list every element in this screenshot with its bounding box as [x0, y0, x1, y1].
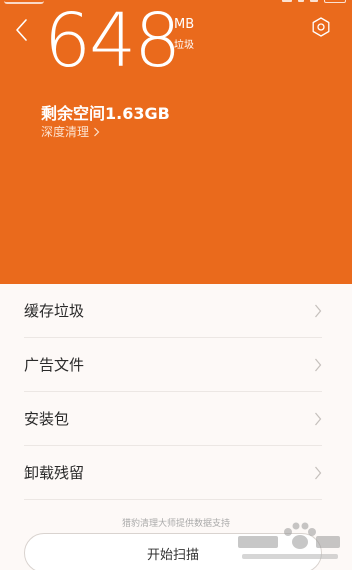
chevron-right-icon — [315, 304, 322, 318]
storage-header: 648 MB 垃圾 剩余空间1.63GB 深度清理 — [0, 0, 352, 284]
signal-icon — [282, 0, 292, 2]
network-icon — [310, 0, 318, 2]
category-row-residual[interactable]: 卸载残留 — [24, 446, 322, 500]
back-arrow-icon — [16, 19, 27, 41]
category-label: 缓存垃圾 — [24, 302, 85, 320]
chevron-right-icon — [315, 466, 322, 480]
chevron-right-icon — [94, 127, 100, 136]
deep-clean-label: 深度清理 — [41, 125, 90, 139]
category-label: 卸载残留 — [24, 464, 85, 482]
junk-size-value: 648 — [44, 0, 181, 84]
start-scan-label: 开始扫描 — [146, 547, 199, 563]
category-row-ads[interactable]: 广告文件 — [24, 338, 322, 392]
status-bar-icons — [282, 0, 346, 3]
category-row-apk[interactable]: 安装包 — [24, 392, 322, 446]
status-bar-left — [4, 0, 44, 4]
wifi-icon — [298, 0, 304, 2]
category-label: 安装包 — [24, 410, 70, 428]
chevron-right-icon — [315, 358, 322, 372]
deep-clean-link[interactable]: 深度清理 — [41, 123, 100, 140]
remaining-space: 剩余空间1.63GB — [41, 104, 170, 123]
back-button[interactable] — [12, 16, 34, 44]
settings-icon — [312, 17, 330, 37]
category-label: 广告文件 — [24, 356, 85, 374]
junk-label: 垃圾 — [174, 40, 194, 51]
watermark-logo — [238, 522, 340, 559]
settings-button[interactable] — [310, 16, 332, 38]
junk-category-list: 缓存垃圾 广告文件 安装包 卸载残留 — [24, 284, 322, 500]
chevron-right-icon — [315, 412, 322, 426]
battery-icon — [324, 0, 346, 3]
category-row-cache[interactable]: 缓存垃圾 — [24, 284, 322, 338]
junk-size-unit: MB — [174, 17, 195, 32]
